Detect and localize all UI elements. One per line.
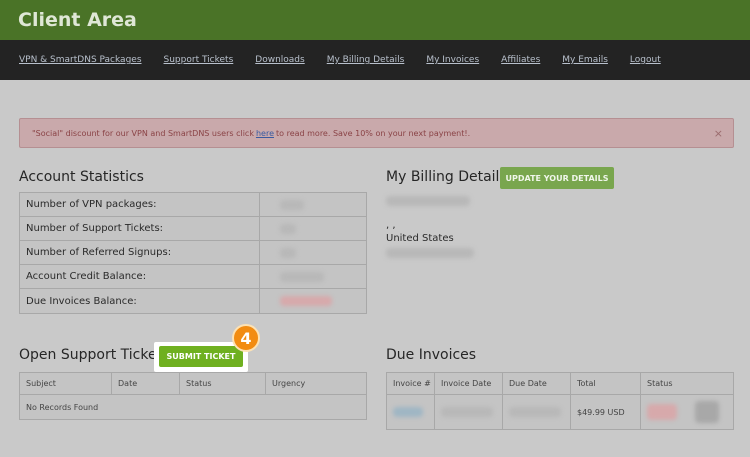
stats-label: Number of Support Tickets: <box>20 217 260 240</box>
stats-value-redacted <box>260 289 366 313</box>
invoices-table-header: Invoice # Invoice Date Due Date Total St… <box>387 373 733 395</box>
stats-label: Account Credit Balance: <box>20 265 260 288</box>
col-status[interactable]: Status <box>180 373 266 394</box>
stats-value-redacted <box>260 241 366 264</box>
nav-support-tickets[interactable]: Support Tickets <box>164 55 234 65</box>
step-badge: 4 <box>232 324 260 352</box>
stats-value-redacted <box>260 265 366 288</box>
nav-billing-details[interactable]: My Billing Details <box>327 55 405 65</box>
stats-label: Number of VPN packages: <box>20 193 260 216</box>
account-statistics-table: Number of VPN packages: Number of Suppor… <box>19 192 367 314</box>
alert-here-link[interactable]: here <box>256 129 274 138</box>
col-subject[interactable]: Subject <box>20 373 112 394</box>
invoice-date-redacted <box>435 395 503 429</box>
stats-row: Number of Support Tickets: <box>20 217 366 241</box>
stats-value-redacted <box>260 217 366 240</box>
billing-details-title: My Billing Details <box>386 169 507 185</box>
invoice-status-redacted <box>641 395 733 429</box>
col-urgency[interactable]: Urgency <box>266 373 366 394</box>
stats-row: Account Credit Balance: <box>20 265 366 289</box>
no-records-text: No Records Found <box>26 402 99 412</box>
table-row[interactable]: $49.99 USD <box>387 395 733 429</box>
tickets-table: Subject Date Status Urgency No Records F… <box>19 372 367 420</box>
billing-address-separator: , , <box>386 220 396 231</box>
billing-name-redacted <box>386 196 470 206</box>
invoice-number-redacted <box>387 395 435 429</box>
main-nav: VPN & SmartDNS Packages Support Tickets … <box>0 40 750 80</box>
tickets-table-header: Subject Date Status Urgency <box>20 373 366 395</box>
alert-text-before: "Social" discount for our VPN and SmartD… <box>32 128 254 138</box>
col-total[interactable]: Total <box>571 373 641 394</box>
stats-label: Due Invoices Balance: <box>20 289 260 313</box>
col-invoice-number[interactable]: Invoice # <box>387 373 435 394</box>
col-status[interactable]: Status <box>641 373 733 394</box>
stats-label: Number of Referred Signups: <box>20 241 260 264</box>
open-tickets-title: Open Support Tickets <box>19 347 170 363</box>
alert-text-after: to read more. Save 10% on your next paym… <box>276 128 471 138</box>
submit-ticket-button[interactable]: SUBMIT TICKET <box>159 346 243 367</box>
col-due-date[interactable]: Due Date <box>503 373 571 394</box>
nav-emails[interactable]: My Emails <box>562 55 608 65</box>
billing-phone-redacted <box>386 248 474 258</box>
update-details-button[interactable]: UPDATE YOUR DETAILS <box>500 167 614 189</box>
table-row: No Records Found <box>20 395 366 419</box>
col-invoice-date[interactable]: Invoice Date <box>435 373 503 394</box>
discount-alert: "Social" discount for our VPN and SmartD… <box>19 118 734 148</box>
page-title: Client Area <box>18 9 137 31</box>
stats-value-redacted <box>260 193 366 216</box>
nav-affiliates[interactable]: Affiliates <box>501 55 540 65</box>
stats-row: Number of VPN packages: <box>20 193 366 217</box>
account-statistics-title: Account Statistics <box>19 169 144 185</box>
col-date[interactable]: Date <box>112 373 180 394</box>
nav-downloads[interactable]: Downloads <box>255 55 304 65</box>
close-icon[interactable]: × <box>714 127 723 140</box>
due-date-redacted <box>503 395 571 429</box>
invoices-table: Invoice # Invoice Date Due Date Total St… <box>386 372 734 430</box>
billing-country: United States <box>386 233 454 244</box>
stats-row: Number of Referred Signups: <box>20 241 366 265</box>
invoice-total: $49.99 USD <box>571 395 641 429</box>
due-invoices-title: Due Invoices <box>386 347 477 363</box>
stats-row: Due Invoices Balance: <box>20 289 366 313</box>
nav-invoices[interactable]: My Invoices <box>426 55 479 65</box>
nav-logout[interactable]: Logout <box>630 55 661 65</box>
nav-vpn-packages[interactable]: VPN & SmartDNS Packages <box>19 55 142 65</box>
app-header: Client Area <box>0 0 750 40</box>
